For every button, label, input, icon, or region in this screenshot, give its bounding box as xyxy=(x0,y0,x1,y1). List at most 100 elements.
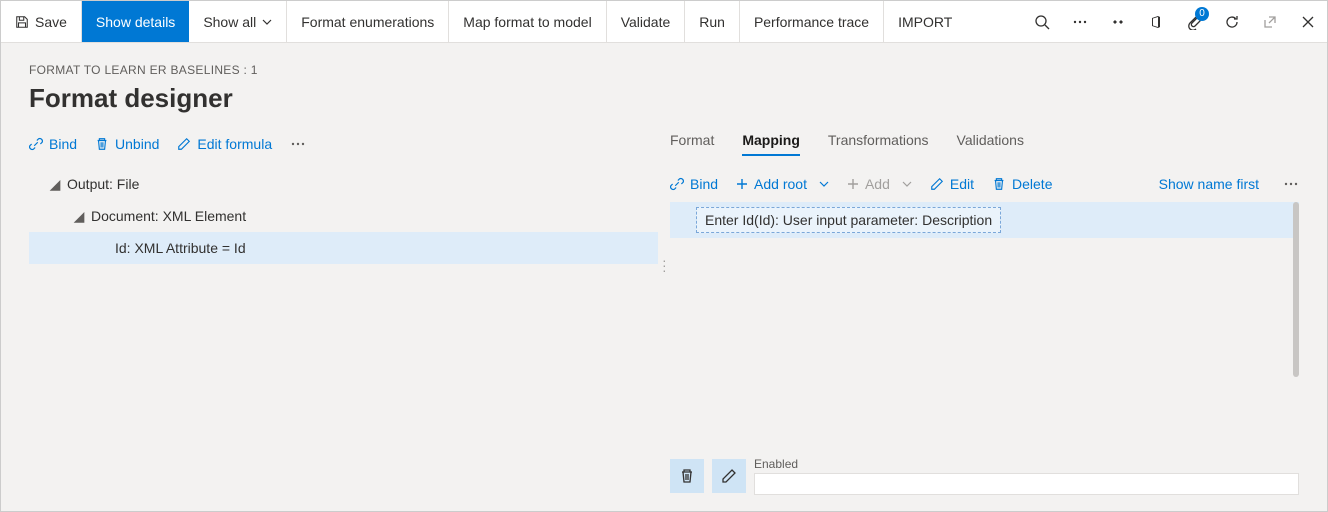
show-all-button[interactable]: Show all xyxy=(189,1,287,42)
add-root-label: Add root xyxy=(754,176,807,192)
tree-row-document[interactable]: ◢ Document: XML Element xyxy=(29,200,658,232)
scrollbar[interactable] xyxy=(1293,202,1299,377)
refresh-icon xyxy=(1224,14,1240,30)
add-button: Add xyxy=(847,176,912,192)
trash-icon xyxy=(992,177,1006,191)
bottom-panel: Enabled xyxy=(670,457,1299,495)
delete-button[interactable]: Delete xyxy=(992,176,1052,192)
mapping-row[interactable]: Enter Id(Id): User input parameter: Desc… xyxy=(670,202,1299,238)
show-all-label: Show all xyxy=(203,14,256,30)
edit-formula-label: Edit formula xyxy=(197,136,272,152)
validate-label: Validate xyxy=(621,14,671,30)
mapping-row-label: Enter Id(Id): User input parameter: Desc… xyxy=(696,207,1001,233)
enabled-label: Enabled xyxy=(754,457,1299,471)
performance-trace-label: Performance trace xyxy=(754,14,869,30)
bind-label: Bind xyxy=(49,136,77,152)
pencil-icon xyxy=(721,468,737,484)
plus-icon xyxy=(847,178,859,190)
refresh-button[interactable] xyxy=(1213,1,1251,43)
run-button[interactable]: Run xyxy=(685,1,740,42)
bind-button[interactable]: Bind xyxy=(29,136,77,152)
delete-label: Delete xyxy=(1012,176,1052,192)
tab-format[interactable]: Format xyxy=(670,132,714,156)
splitter-handle[interactable]: ··· xyxy=(662,258,667,273)
format-enumerations-button[interactable]: Format enumerations xyxy=(287,1,449,42)
mapping-list: Enter Id(Id): User input parameter: Desc… xyxy=(670,202,1299,238)
save-label: Save xyxy=(35,14,67,30)
tree-row-id[interactable]: Id: XML Attribute = Id xyxy=(29,232,658,264)
columns: Bind Unbind Edit formula xyxy=(29,132,1299,511)
mapping-bind-label: Bind xyxy=(690,176,718,192)
show-name-first-toggle[interactable]: Show name first xyxy=(1159,176,1259,192)
more-icon xyxy=(1072,14,1088,30)
trash-icon xyxy=(679,468,695,484)
left-column: Bind Unbind Edit formula xyxy=(29,132,658,511)
left-action-row: Bind Unbind Edit formula xyxy=(29,132,658,162)
main-area: FORMAT TO LEARN ER BASELINES : 1 Format … xyxy=(1,43,1327,511)
edit-formula-button[interactable]: Edit formula xyxy=(177,136,272,152)
pencil-icon xyxy=(930,177,944,191)
validate-button[interactable]: Validate xyxy=(607,1,686,42)
bottom-delete-button[interactable] xyxy=(670,459,704,493)
import-label: IMPORT xyxy=(898,14,952,30)
format-enumerations-label: Format enumerations xyxy=(301,14,434,30)
caret-icon: ◢ xyxy=(49,176,61,193)
unbind-button[interactable]: Unbind xyxy=(95,136,159,152)
pencil-icon xyxy=(177,137,191,151)
tab-mapping[interactable]: Mapping xyxy=(742,132,800,156)
add-label: Add xyxy=(865,176,890,192)
connector-button[interactable] xyxy=(1099,1,1137,43)
tree-row-output[interactable]: ◢ Output: File xyxy=(29,168,658,200)
right-column: ··· Format Mapping Transformations Valid… xyxy=(670,132,1299,511)
left-more-button[interactable] xyxy=(290,136,306,152)
attachments-button[interactable]: 0 xyxy=(1175,1,1213,43)
show-details-button[interactable]: Show details xyxy=(82,1,189,42)
more-button[interactable] xyxy=(1061,1,1099,43)
more-icon xyxy=(290,136,306,152)
app-root: Save Show details Show all Format enumer… xyxy=(0,0,1328,512)
chevron-down-icon xyxy=(819,179,829,189)
more-icon xyxy=(1283,176,1299,192)
show-details-label: Show details xyxy=(96,14,175,30)
right-more-button[interactable] xyxy=(1283,176,1299,192)
connector-icon xyxy=(1110,14,1126,30)
trash-icon xyxy=(95,137,109,151)
caret-icon: ◢ xyxy=(73,208,85,225)
import-button[interactable]: IMPORT xyxy=(884,1,966,42)
add-root-button[interactable]: Add root xyxy=(736,176,829,192)
mapping-bind-button[interactable]: Bind xyxy=(670,176,718,192)
close-button[interactable] xyxy=(1289,1,1327,43)
office-icon xyxy=(1148,14,1164,30)
chevron-down-icon xyxy=(902,179,912,189)
breadcrumb: FORMAT TO LEARN ER BASELINES : 1 xyxy=(29,63,1299,77)
page-title: Format designer xyxy=(29,83,1299,114)
unbind-label: Unbind xyxy=(115,136,159,152)
map-format-button[interactable]: Map format to model xyxy=(449,1,606,42)
tab-validations[interactable]: Validations xyxy=(957,132,1024,156)
popout-button[interactable] xyxy=(1251,1,1289,43)
close-icon xyxy=(1301,15,1315,29)
bottom-edit-button[interactable] xyxy=(712,459,746,493)
plus-icon xyxy=(736,178,748,190)
tab-transformations[interactable]: Transformations xyxy=(828,132,929,156)
save-button[interactable]: Save xyxy=(1,1,82,42)
map-format-label: Map format to model xyxy=(463,14,591,30)
right-tabs: Format Mapping Transformations Validatio… xyxy=(670,132,1299,162)
search-button[interactable] xyxy=(1023,1,1061,43)
run-label: Run xyxy=(699,14,725,30)
tree-label: Output: File xyxy=(67,176,139,192)
topbar: Save Show details Show all Format enumer… xyxy=(1,1,1327,43)
link-icon xyxy=(670,177,684,191)
enabled-input[interactable] xyxy=(754,473,1299,495)
link-icon xyxy=(29,137,43,151)
edit-label: Edit xyxy=(950,176,974,192)
format-tree: ◢ Output: File ◢ Document: XML Element I… xyxy=(29,162,658,264)
enabled-field-wrap: Enabled xyxy=(754,457,1299,495)
right-action-row: Bind Add root Add Edit xyxy=(670,162,1299,202)
search-icon xyxy=(1034,14,1050,30)
edit-button[interactable]: Edit xyxy=(930,176,974,192)
attachments-badge: 0 xyxy=(1195,7,1209,21)
office-button[interactable] xyxy=(1137,1,1175,43)
save-icon xyxy=(15,15,29,29)
performance-trace-button[interactable]: Performance trace xyxy=(740,1,884,42)
